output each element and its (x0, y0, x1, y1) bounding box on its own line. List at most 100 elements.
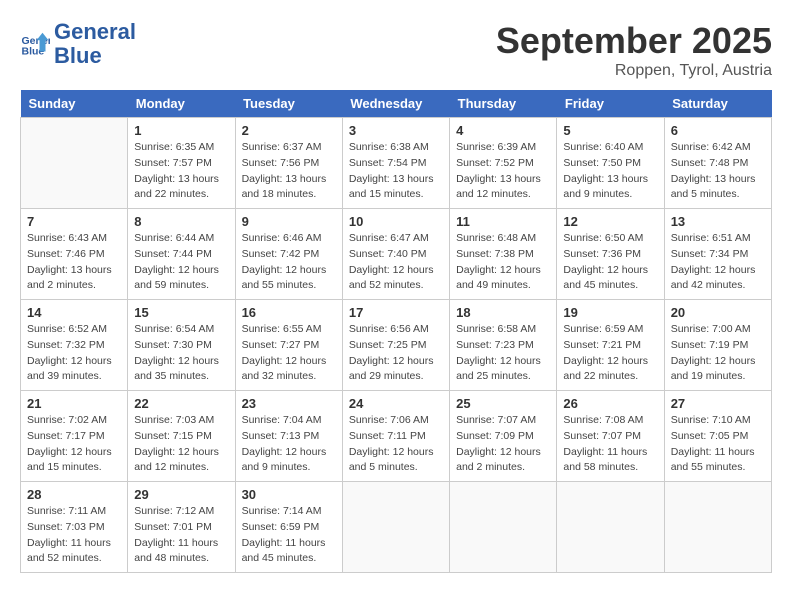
day-number: 27 (671, 396, 765, 411)
calendar-cell: 18Sunrise: 6:58 AM Sunset: 7:23 PM Dayli… (450, 300, 557, 391)
month-title: September 2025 (496, 20, 772, 62)
day-info: Sunrise: 7:07 AM Sunset: 7:09 PM Dayligh… (456, 413, 550, 476)
calendar-cell: 26 Sunrise: 7:08 AM Sunset: 7:07 PM Dayli… (557, 391, 664, 482)
day-info: Sunrise: 6:56 AM Sunset: 7:25 PM Dayligh… (349, 322, 443, 385)
day-info: Sunrise: 6:37 AM Sunset: 7:56 PM Dayligh… (242, 140, 336, 203)
day-info: Sunrise: 6:42 AM Sunset: 7:48 PM Dayligh… (671, 140, 765, 203)
calendar-cell: 19 Sunrise: 6:59 AM Sunset: 7:21 PM Dayli… (557, 300, 664, 391)
day-info: Sunrise: 7:03 AM Sunset: 7:15 PM Dayligh… (134, 413, 228, 476)
calendar-cell: 1 Sunrise: 6:35 AM Sunset: 7:57 PM Daylig… (128, 118, 235, 209)
day-number: 19 (563, 305, 657, 320)
day-number: 24 (349, 396, 443, 411)
day-number: 26 (563, 396, 657, 411)
weekday-header-sunday: Sunday (21, 90, 128, 118)
calendar-cell: 10 Sunrise: 6:47 AM Sunset: 7:40 PM Dayli… (342, 209, 449, 300)
day-info: Sunrise: 6:35 AM Sunset: 7:57 PM Dayligh… (134, 140, 228, 203)
day-info: Sunrise: 6:50 AM Sunset: 7:36 PM Dayligh… (563, 231, 657, 294)
calendar-cell (450, 482, 557, 573)
day-info: Sunrise: 6:47 AM Sunset: 7:40 PM Dayligh… (349, 231, 443, 294)
day-number: 15 (134, 305, 228, 320)
calendar-cell: 15 Sunrise: 6:54 AM Sunset: 7:30 PM Dayli… (128, 300, 235, 391)
logo-line2: Blue (54, 44, 136, 68)
day-number: 7 (27, 214, 121, 229)
day-number: 18 (456, 305, 550, 320)
day-number: 28 (27, 487, 121, 502)
day-info: Sunrise: 7:14 AM Sunset: 6:59 PM Dayligh… (242, 504, 336, 567)
day-number: 21 (27, 396, 121, 411)
calendar-cell: 28 Sunrise: 7:11 AM Sunset: 7:03 PM Dayli… (21, 482, 128, 573)
day-info: Sunrise: 7:11 AM Sunset: 7:03 PM Dayligh… (27, 504, 121, 567)
day-number: 4 (456, 123, 550, 138)
day-number: 8 (134, 214, 228, 229)
day-info: Sunrise: 7:00 AM Sunset: 7:19 PM Dayligh… (671, 322, 765, 385)
day-info: Sunrise: 6:43 AM Sunset: 7:46 PM Dayligh… (27, 231, 121, 294)
calendar-cell (664, 482, 771, 573)
calendar-cell: 23Sunrise: 7:04 AM Sunset: 7:13 PM Dayli… (235, 391, 342, 482)
logo-line1: General (54, 20, 136, 44)
day-number: 12 (563, 214, 657, 229)
calendar-table: SundayMondayTuesdayWednesdayThursdayFrid… (20, 90, 772, 573)
day-info: Sunrise: 6:48 AM Sunset: 7:38 PM Dayligh… (456, 231, 550, 294)
calendar-week-4: 21 Sunrise: 7:02 AM Sunset: 7:17 PM Dayli… (21, 391, 772, 482)
calendar-cell: 9 Sunrise: 6:46 AM Sunset: 7:42 PM Daylig… (235, 209, 342, 300)
calendar-cell: 14 Sunrise: 6:52 AM Sunset: 7:32 PM Dayli… (21, 300, 128, 391)
day-info: Sunrise: 6:38 AM Sunset: 7:54 PM Dayligh… (349, 140, 443, 203)
day-number: 10 (349, 214, 443, 229)
page-header: General Blue General Blue September 2025… (20, 20, 772, 80)
day-info: Sunrise: 6:46 AM Sunset: 7:42 PM Dayligh… (242, 231, 336, 294)
calendar-week-1: 1 Sunrise: 6:35 AM Sunset: 7:57 PM Daylig… (21, 118, 772, 209)
day-info: Sunrise: 6:44 AM Sunset: 7:44 PM Dayligh… (134, 231, 228, 294)
location: Roppen, Tyrol, Austria (496, 62, 772, 80)
calendar-cell: 22Sunrise: 7:03 AM Sunset: 7:15 PM Dayli… (128, 391, 235, 482)
calendar-cell: 13Sunrise: 6:51 AM Sunset: 7:34 PM Dayli… (664, 209, 771, 300)
day-info: Sunrise: 7:12 AM Sunset: 7:01 PM Dayligh… (134, 504, 228, 567)
day-info: Sunrise: 7:02 AM Sunset: 7:17 PM Dayligh… (27, 413, 121, 476)
calendar-cell: 30 Sunrise: 7:14 AM Sunset: 6:59 PM Dayli… (235, 482, 342, 573)
day-number: 13 (671, 214, 765, 229)
day-number: 1 (134, 123, 228, 138)
day-info: Sunrise: 6:39 AM Sunset: 7:52 PM Dayligh… (456, 140, 550, 203)
day-number: 3 (349, 123, 443, 138)
calendar-cell: 12 Sunrise: 6:50 AM Sunset: 7:36 PM Dayli… (557, 209, 664, 300)
weekday-header-friday: Friday (557, 90, 664, 118)
calendar-cell: 20Sunrise: 7:00 AM Sunset: 7:19 PM Dayli… (664, 300, 771, 391)
calendar-cell (21, 118, 128, 209)
calendar-cell: 11 Sunrise: 6:48 AM Sunset: 7:38 PM Dayli… (450, 209, 557, 300)
calendar-cell: 5 Sunrise: 6:40 AM Sunset: 7:50 PM Daylig… (557, 118, 664, 209)
day-number: 14 (27, 305, 121, 320)
calendar-cell: 6 Sunrise: 6:42 AM Sunset: 7:48 PM Daylig… (664, 118, 771, 209)
logo-icon: General Blue (20, 29, 50, 59)
day-info: Sunrise: 6:55 AM Sunset: 7:27 PM Dayligh… (242, 322, 336, 385)
calendar-week-5: 28 Sunrise: 7:11 AM Sunset: 7:03 PM Dayli… (21, 482, 772, 573)
day-number: 5 (563, 123, 657, 138)
day-number: 30 (242, 487, 336, 502)
calendar-cell (557, 482, 664, 573)
logo-text: General Blue (54, 20, 136, 68)
day-info: Sunrise: 6:40 AM Sunset: 7:50 PM Dayligh… (563, 140, 657, 203)
calendar-cell: 8 Sunrise: 6:44 AM Sunset: 7:44 PM Daylig… (128, 209, 235, 300)
day-number: 6 (671, 123, 765, 138)
calendar-cell: 7 Sunrise: 6:43 AM Sunset: 7:46 PM Daylig… (21, 209, 128, 300)
day-number: 29 (134, 487, 228, 502)
day-info: Sunrise: 6:59 AM Sunset: 7:21 PM Dayligh… (563, 322, 657, 385)
calendar-cell: 24Sunrise: 7:06 AM Sunset: 7:11 PM Dayli… (342, 391, 449, 482)
calendar-week-2: 7 Sunrise: 6:43 AM Sunset: 7:46 PM Daylig… (21, 209, 772, 300)
calendar-cell: 27Sunrise: 7:10 AM Sunset: 7:05 PM Dayli… (664, 391, 771, 482)
weekday-header-tuesday: Tuesday (235, 90, 342, 118)
calendar-cell: 21 Sunrise: 7:02 AM Sunset: 7:17 PM Dayli… (21, 391, 128, 482)
calendar-cell: 17Sunrise: 6:56 AM Sunset: 7:25 PM Dayli… (342, 300, 449, 391)
calendar-cell: 2Sunrise: 6:37 AM Sunset: 7:56 PM Daylig… (235, 118, 342, 209)
day-info: Sunrise: 6:52 AM Sunset: 7:32 PM Dayligh… (27, 322, 121, 385)
weekday-header-thursday: Thursday (450, 90, 557, 118)
day-number: 23 (242, 396, 336, 411)
month-info: September 2025 Roppen, Tyrol, Austria (496, 20, 772, 80)
day-info: Sunrise: 6:54 AM Sunset: 7:30 PM Dayligh… (134, 322, 228, 385)
calendar-week-3: 14 Sunrise: 6:52 AM Sunset: 7:32 PM Dayli… (21, 300, 772, 391)
day-info: Sunrise: 7:08 AM Sunset: 7:07 PM Dayligh… (563, 413, 657, 476)
day-number: 11 (456, 214, 550, 229)
day-number: 9 (242, 214, 336, 229)
calendar-cell: 29 Sunrise: 7:12 AM Sunset: 7:01 PM Dayli… (128, 482, 235, 573)
day-number: 25 (456, 396, 550, 411)
calendar-cell: 25 Sunrise: 7:07 AM Sunset: 7:09 PM Dayli… (450, 391, 557, 482)
weekday-header-wednesday: Wednesday (342, 90, 449, 118)
